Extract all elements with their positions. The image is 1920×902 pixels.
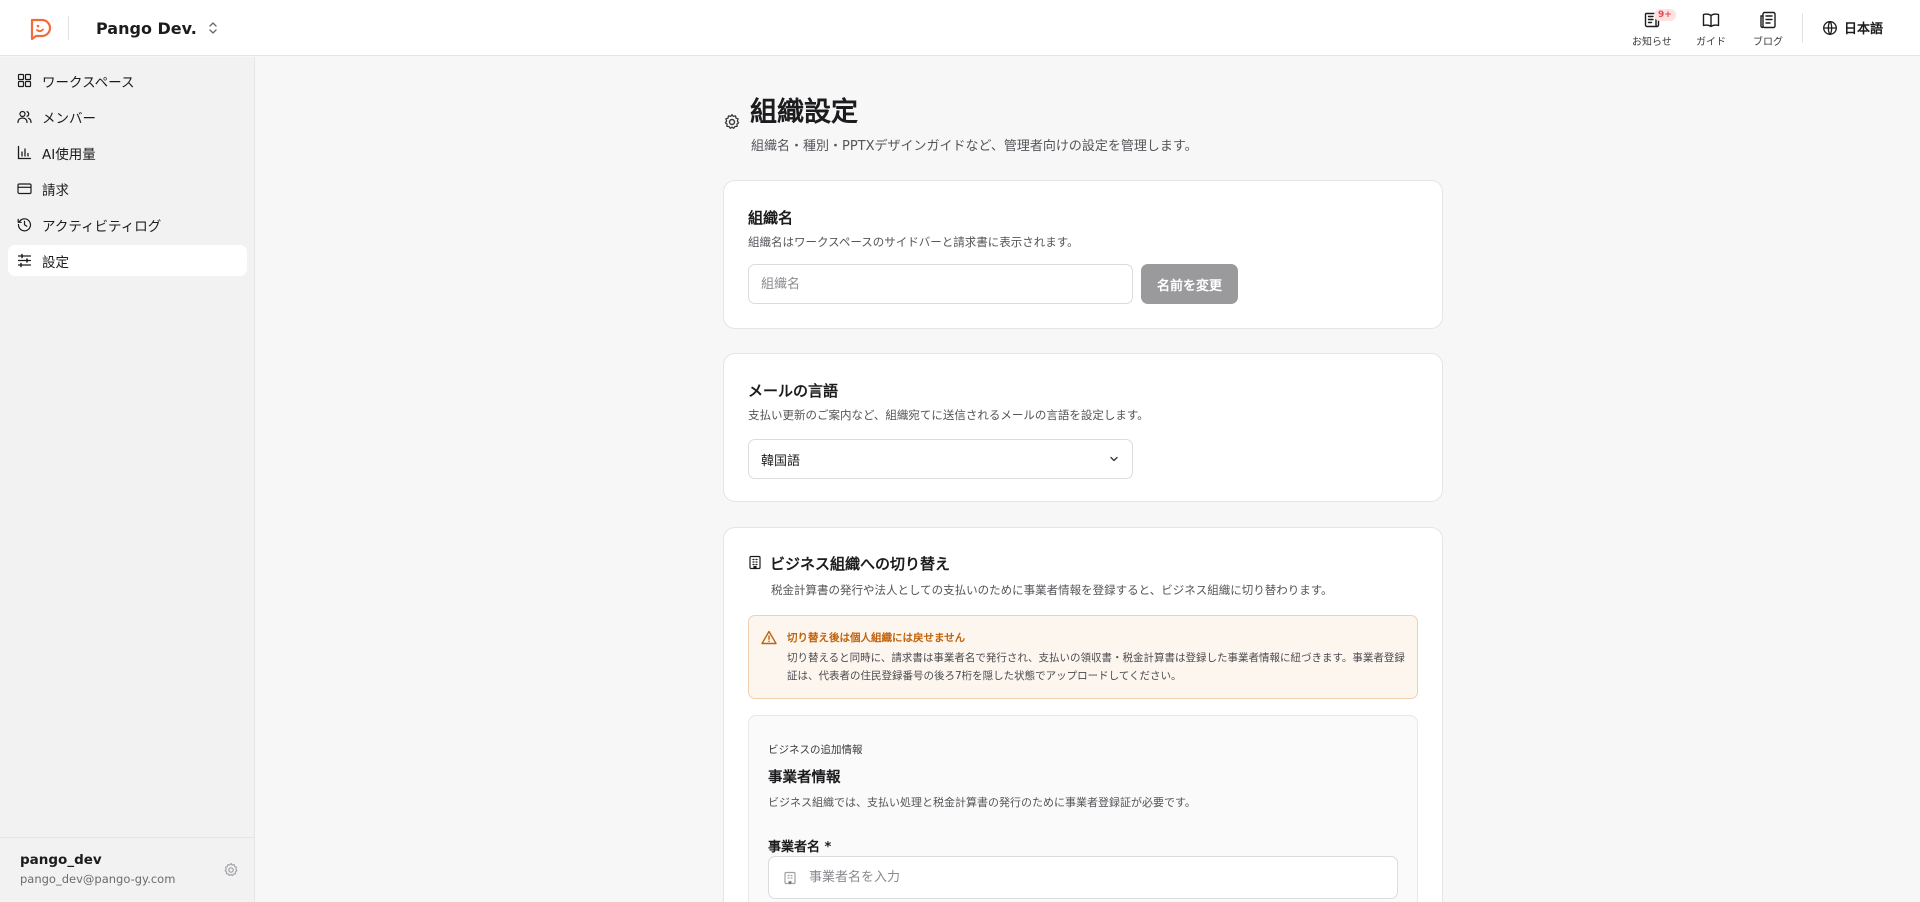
notices-label: お知らせ — [1632, 37, 1672, 48]
warning-text: 切り替えると同時に、請求書は事業者名で発行され、支払いの領収書・税金計算書は登録… — [787, 652, 1405, 682]
sidebar-item-ai-usage[interactable]: AI使用量 — [8, 137, 247, 168]
warning-box: 切り替え後は個人組織には戻せません 切り替えると同時に、請求書は事業者名で発行さ… — [748, 615, 1418, 699]
business-switch-card: ビジネス組織への切り替え 税金計算書の発行や法人としての支払いのために事業者情報… — [723, 527, 1443, 902]
page-subtitle: 組織名・種別・PPTXデザインガイドなど、管理者向けの設定を管理します。 — [751, 139, 1198, 154]
sidebar-item-label: メンバー — [42, 110, 96, 127]
building-icon — [749, 555, 761, 570]
page-title: 組織設定 — [750, 97, 858, 128]
section-eyebrow: ビジネスの追加情報 — [768, 744, 863, 756]
chevron-down-icon — [1110, 456, 1118, 462]
notices-button[interactable]: 9+ お知らせ — [1632, 9, 1676, 48]
top-header: Pango Dev. 9+ お知らせ ガイド ブログ 日本語 — [0, 0, 1920, 56]
sidebar-item-label: アクティビティログ — [42, 218, 162, 235]
language-switcher[interactable]: 日本語 — [1822, 18, 1883, 37]
globe-icon — [1823, 20, 1837, 35]
users-icon — [17, 110, 32, 124]
user-email: pango_dev@pango-gy.com — [20, 872, 176, 886]
org-switcher[interactable]: Pango Dev. — [96, 16, 219, 40]
settings-gear-icon — [724, 114, 740, 129]
sidebar-item-label: AI使用量 — [42, 146, 96, 163]
card-title: メールの言語 — [748, 382, 839, 400]
sidebar: ワークスペース メンバー AI使用量 請求 アクティビティログ 設定 pango… — [0, 57, 255, 902]
sidebar-item-label: 請求 — [42, 182, 69, 199]
history-icon — [17, 218, 32, 232]
business-info-section: ビジネスの追加情報 事業者情報 ビジネス組織では、支払い処理と税金計算書の発行の… — [748, 715, 1418, 902]
card-description: 組織名はワークスペースのサイドバーと請求書に表示されます。 — [748, 235, 1079, 249]
org-name: Pango Dev. — [96, 18, 197, 38]
warning-title: 切り替え後は個人組織には戻せません — [787, 632, 966, 644]
bar-chart-icon — [17, 145, 32, 160]
email-language-select[interactable]: 韓国語 — [748, 439, 1133, 479]
blog-button[interactable]: ブログ — [1753, 10, 1783, 48]
business-name-field — [768, 856, 1398, 899]
grid-icon — [17, 73, 32, 88]
book-open-icon — [1702, 13, 1720, 28]
sidebar-item-label: ワークスペース — [42, 74, 135, 91]
section-description: ビジネス組織では、支払い処理と税金計算書の発行のために事業者登録証が必要です。 — [768, 796, 1196, 809]
card-title: 組織名 — [748, 209, 794, 227]
credit-card-icon — [17, 183, 32, 195]
header-divider — [68, 16, 69, 40]
sidebar-item-workspaces[interactable]: ワークスペース — [8, 65, 247, 96]
card-description: 支払い更新のご案内など、組織宛てに送信されるメールの言語を設定します。 — [748, 408, 1149, 422]
header-separator — [1802, 13, 1803, 43]
warning-triangle-icon — [761, 630, 777, 645]
gear-icon[interactable] — [223, 862, 239, 878]
org-name-input[interactable] — [748, 264, 1133, 304]
user-panel: pango_dev pango_dev@pango-gy.com — [0, 837, 254, 902]
notices-badge: 9+ — [1654, 9, 1676, 21]
guide-label: ガイド — [1696, 37, 1726, 48]
user-name: pango_dev — [20, 852, 102, 868]
guide-button[interactable]: ガイド — [1696, 10, 1726, 48]
blog-label: ブログ — [1753, 37, 1783, 48]
building-icon — [784, 871, 796, 885]
language-label: 日本語 — [1844, 22, 1884, 37]
logo-icon[interactable] — [26, 15, 52, 41]
sidebar-item-settings[interactable]: 設定 — [8, 245, 247, 276]
sidebar-item-members[interactable]: メンバー — [8, 101, 247, 132]
sidebar-item-label: 設定 — [42, 254, 69, 271]
business-name-input[interactable] — [809, 857, 1389, 898]
email-language-card: メールの言語 支払い更新のご案内など、組織宛てに送信されるメールの言語を設定しま… — [723, 353, 1443, 502]
org-name-card: 組織名 組織名はワークスペースのサイドバーと請求書に表示されます。 名前を変更 — [723, 180, 1443, 329]
card-description: 税金計算書の発行や法人としての支払いのために事業者情報を登録すると、ビジネス組織… — [771, 583, 1333, 597]
sidebar-item-billing[interactable]: 請求 — [8, 173, 247, 204]
rename-button[interactable]: 名前を変更 — [1141, 264, 1238, 304]
select-value: 韓国語 — [761, 453, 801, 469]
section-title: 事業者情報 — [768, 770, 841, 786]
card-title: ビジネス組織への切り替え — [770, 555, 951, 573]
sliders-icon — [17, 253, 32, 268]
chevron-updown-icon — [209, 22, 217, 34]
sidebar-item-activity-log[interactable]: アクティビティログ — [8, 209, 247, 240]
news-icon — [1760, 11, 1776, 29]
business-name-label: 事業者名 * — [768, 840, 832, 855]
